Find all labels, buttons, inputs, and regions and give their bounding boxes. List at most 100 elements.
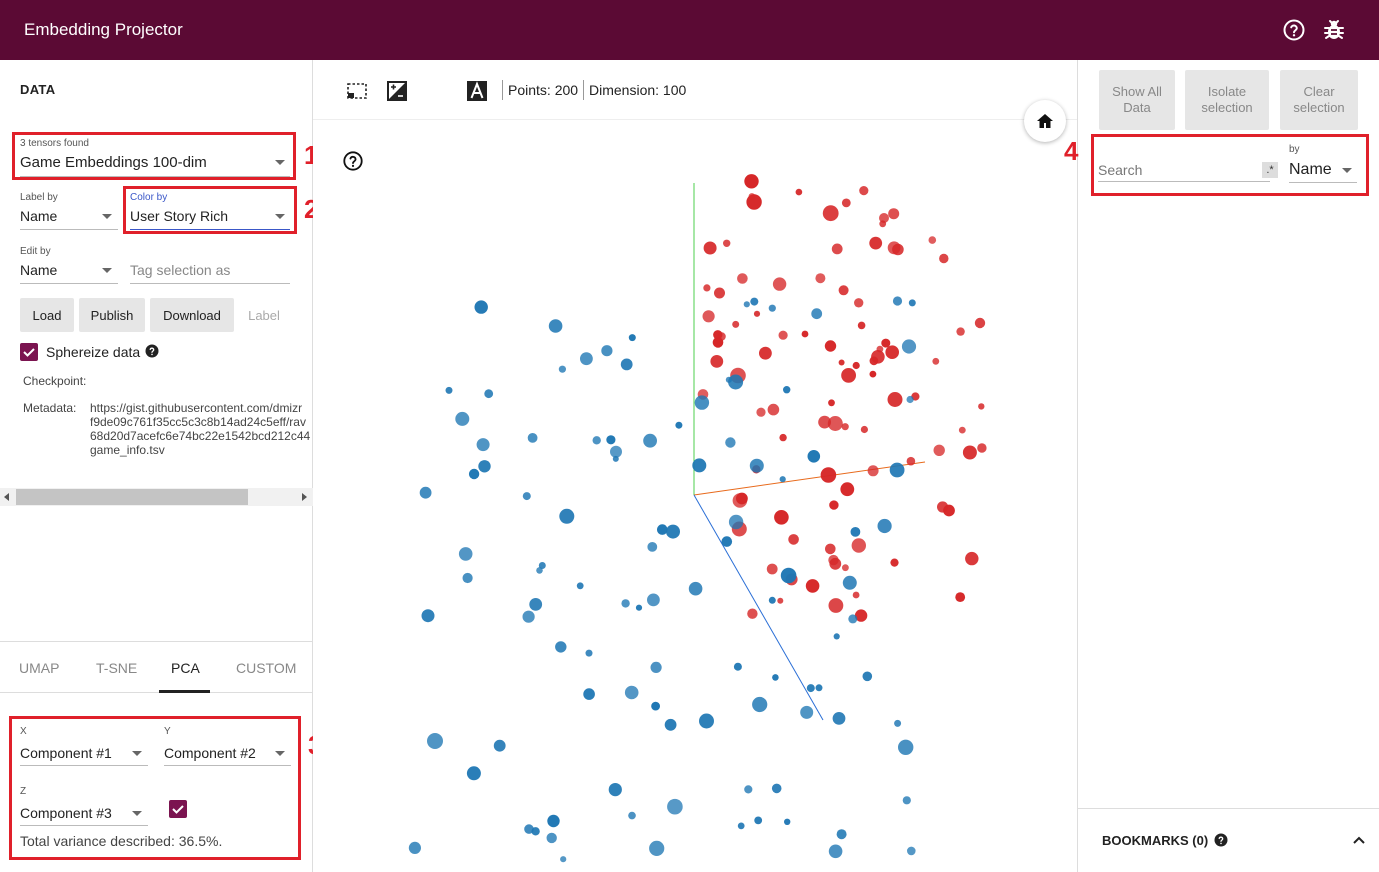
sphereize-checkbox[interactable] [20,343,38,361]
load-button[interactable]: Load [20,298,74,332]
embedding-point[interactable] [743,301,750,308]
embedding-point[interactable] [749,458,764,473]
embedding-point[interactable] [756,407,766,417]
bug-icon[interactable] [1322,18,1346,42]
embedding-point[interactable] [768,304,776,312]
show-all-data-button[interactable]: Show All Data [1099,70,1175,130]
label-toggle-icon[interactable] [466,80,488,102]
embedding-point[interactable] [559,508,575,524]
embedding-point[interactable] [601,345,613,357]
embedding-point[interactable] [610,445,622,458]
embedding-point[interactable] [721,536,733,547]
embedding-point[interactable] [779,433,787,442]
embedding-point[interactable] [902,796,911,805]
embedding-point[interactable] [898,739,914,755]
embedding-point[interactable] [635,604,643,611]
publish-button[interactable]: Publish [79,298,145,332]
embedding-point[interactable] [714,287,725,299]
embedding-point[interactable] [768,596,776,604]
chevron-up-icon[interactable] [1352,835,1366,845]
embedding-point[interactable] [580,352,593,366]
embedding-point[interactable] [666,524,680,539]
embedding-point[interactable] [728,514,744,530]
embedding-point[interactable] [621,599,630,608]
embedding-scatter-plot[interactable] [313,120,1077,872]
embedding-point[interactable] [725,376,732,383]
embedding-point[interactable] [628,334,636,342]
embedding-point[interactable] [805,579,820,593]
embedding-point[interactable] [732,320,740,328]
embedding-point[interactable] [890,558,899,567]
edit-by-select[interactable]: Name [20,262,57,278]
embedding-point[interactable] [857,321,866,330]
embedding-point[interactable] [752,696,768,713]
embedding-point[interactable] [840,482,855,497]
embedding-point[interactable] [462,572,473,584]
embedding-point[interactable] [854,298,864,308]
embedding-point[interactable] [772,277,787,291]
embedding-point[interactable] [725,437,736,448]
embedding-point[interactable] [828,598,844,613]
embedding-point[interactable] [879,220,887,228]
embedding-point[interactable] [647,593,660,607]
isolate-selection-button[interactable]: Isolate selection [1185,70,1269,130]
embedding-point[interactable] [576,582,584,590]
embedding-point[interactable] [466,766,481,781]
tab-tsne[interactable]: T-SNE [96,660,137,676]
embedding-point[interactable] [892,296,903,306]
embedding-point[interactable] [889,462,905,478]
embedding-point[interactable] [852,591,860,599]
embedding-point[interactable] [703,284,711,292]
embedding-point[interactable] [906,395,914,404]
help-icon[interactable] [1214,833,1228,847]
embedding-point[interactable] [408,841,421,855]
embedding-point[interactable] [733,662,742,671]
embedding-point[interactable] [827,416,843,431]
embedding-point[interactable] [836,829,847,840]
embedding-point[interactable] [783,386,791,394]
embedding-point[interactable] [841,198,851,208]
embedding-point[interactable] [955,592,966,602]
tab-umap[interactable]: UMAP [19,660,59,676]
embedding-point[interactable] [643,433,657,448]
embedding-point[interactable] [962,445,977,460]
embedding-point[interactable] [421,609,435,623]
embedding-point[interactable] [871,350,885,364]
embedding-point[interactable] [548,319,563,333]
embedding-point[interactable] [779,476,786,483]
embedding-point[interactable] [649,840,665,857]
embedding-point[interactable] [624,685,639,700]
embedding-point[interactable] [628,811,636,820]
embedding-point[interactable] [842,564,849,572]
embedding-point[interactable] [778,330,788,340]
embedding-point[interactable] [822,205,839,222]
embedding-point[interactable] [723,239,731,247]
embedding-point[interactable] [965,551,979,566]
embedding-point[interactable] [933,444,945,456]
embedding-point[interactable] [833,633,840,640]
embedding-point[interactable] [759,346,772,360]
embedding-point[interactable] [828,399,835,407]
embedding-point[interactable] [702,310,715,323]
embedding-point[interactable] [806,684,815,693]
embedding-point[interactable] [522,492,531,501]
embedding-point[interactable] [455,411,470,426]
embedding-point[interactable] [592,436,601,445]
help-icon[interactable] [1282,18,1306,42]
embedding-point[interactable] [651,701,660,711]
tag-selection-input[interactable]: Tag selection as [130,262,230,278]
embedding-point[interactable] [667,798,683,815]
embedding-point[interactable] [427,733,443,749]
embedding-point[interactable] [527,433,538,443]
embedding-point[interactable] [767,403,780,416]
embedding-point[interactable] [766,563,778,575]
embedding-point[interactable] [888,208,900,220]
embedding-point[interactable] [647,542,658,552]
embedding-point[interactable] [606,435,616,445]
embedding-point[interactable] [877,518,892,534]
embedding-point[interactable] [771,783,782,794]
chevron-right-icon[interactable] [302,493,307,501]
horizontal-scrollbar[interactable] [0,488,313,506]
embedding-point[interactable] [774,510,789,525]
embedding-point[interactable] [815,273,826,284]
